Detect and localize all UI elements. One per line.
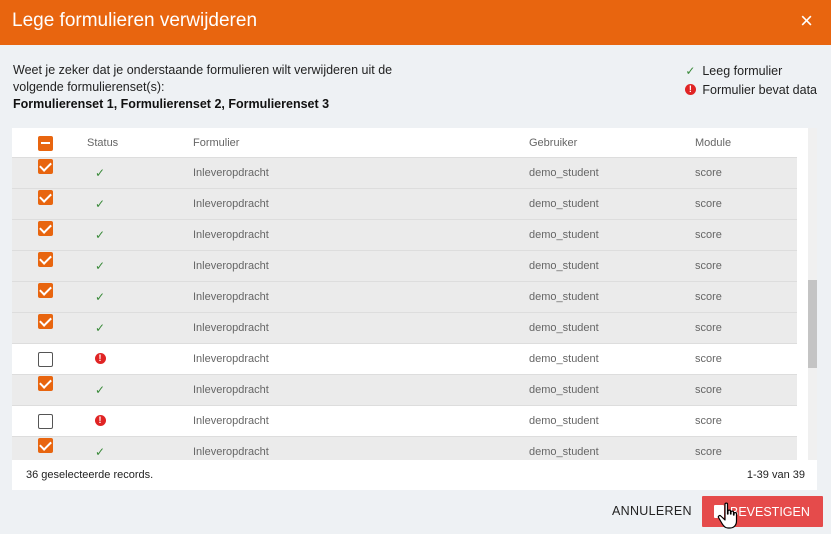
- legend-empty: ✓ Leeg formulier: [684, 61, 817, 80]
- row-user: demo_student: [529, 229, 599, 241]
- dialog-header: Lege formulieren verwijderen ×: [0, 0, 831, 45]
- row-user: demo_student: [529, 446, 599, 458]
- legend-data-label: Formulier bevat data: [702, 82, 817, 97]
- row-form: Inleveropdracht: [193, 415, 269, 427]
- table-header: Status Formulier Gebruiker Module: [12, 128, 797, 158]
- table-row[interactable]: ✓ Inleveropdracht demo_student score: [12, 158, 797, 189]
- row-status: !: [94, 415, 106, 426]
- row-module: score: [695, 353, 722, 365]
- row-form: Inleveropdracht: [193, 384, 269, 396]
- header-module[interactable]: Module: [695, 137, 731, 149]
- check-icon: ✓: [94, 197, 106, 211]
- row-status: !: [94, 353, 106, 364]
- error-icon: !: [94, 353, 106, 364]
- row-module: score: [695, 229, 722, 241]
- row-status: ✓: [94, 291, 106, 303]
- check-icon: ✓: [94, 228, 106, 242]
- forms-table: Status Formulier Gebruiker Module ✓ Inlev…: [12, 128, 817, 490]
- row-checkbox[interactable]: [38, 376, 53, 391]
- check-icon: ✓: [94, 445, 106, 459]
- row-module: score: [695, 260, 722, 272]
- row-status: ✓: [94, 322, 106, 334]
- check-icon: ✓: [94, 166, 106, 180]
- row-module: score: [695, 384, 722, 396]
- row-status: ✓: [94, 167, 106, 179]
- row-form: Inleveropdracht: [193, 322, 269, 334]
- legend-empty-label: Leeg formulier: [702, 63, 783, 78]
- selected-count: 36 geselecteerde records.: [26, 469, 154, 481]
- row-checkbox[interactable]: [38, 438, 53, 453]
- row-status: ✓: [94, 384, 106, 396]
- row-form: Inleveropdracht: [193, 198, 269, 210]
- record-range: 1-39 van 39: [746, 469, 805, 481]
- row-user: demo_student: [529, 260, 599, 272]
- check-icon: ✓: [94, 259, 106, 273]
- table-row[interactable]: ✓ Inleveropdracht demo_student score: [12, 375, 797, 406]
- table-row[interactable]: ✓ Inleveropdracht demo_student score: [12, 313, 797, 344]
- header-user[interactable]: Gebruiker: [529, 137, 577, 149]
- row-status: ✓: [94, 260, 106, 272]
- header-form[interactable]: Formulier: [193, 137, 239, 149]
- row-form: Inleveropdracht: [193, 353, 269, 365]
- table-row[interactable]: ! Inleveropdracht demo_student score: [12, 344, 797, 375]
- row-checkbox[interactable]: [38, 159, 53, 174]
- check-icon: ✓: [685, 63, 696, 78]
- row-checkbox[interactable]: [38, 221, 53, 236]
- check-icon: ✓: [94, 383, 106, 397]
- row-module: score: [695, 167, 722, 179]
- row-user: demo_student: [529, 384, 599, 396]
- header-status[interactable]: Status: [87, 137, 118, 149]
- table-row[interactable]: ✓ Inleveropdracht demo_student score: [12, 220, 797, 251]
- row-checkbox[interactable]: [38, 414, 53, 429]
- close-icon[interactable]: ×: [800, 8, 813, 34]
- select-all-checkbox[interactable]: [38, 136, 53, 151]
- table-row[interactable]: ✓ Inleveropdracht demo_student score: [12, 437, 797, 460]
- intro-text: Weet je zeker dat je onderstaande formul…: [13, 63, 393, 94]
- hand-cursor-icon: [717, 502, 738, 529]
- row-module: score: [695, 198, 722, 210]
- row-status: ✓: [94, 229, 106, 241]
- row-user: demo_student: [529, 353, 599, 365]
- row-status: ✓: [94, 446, 106, 458]
- row-status: ✓: [94, 198, 106, 210]
- row-module: score: [695, 291, 722, 303]
- error-icon: !: [684, 84, 696, 95]
- error-icon: !: [94, 415, 106, 426]
- legend-data: ! Formulier bevat data: [684, 80, 817, 99]
- row-checkbox[interactable]: [38, 352, 53, 367]
- dialog-title: Lege formulieren verwijderen: [12, 10, 258, 31]
- intro-message: Weet je zeker dat je onderstaande formul…: [13, 62, 413, 113]
- row-user: demo_student: [529, 167, 599, 179]
- table-row[interactable]: ✓ Inleveropdracht demo_student score: [12, 251, 797, 282]
- row-form: Inleveropdracht: [193, 167, 269, 179]
- formset-list: Formulierenset 1, Formulierenset 2, Form…: [13, 97, 330, 111]
- row-checkbox[interactable]: [38, 190, 53, 205]
- status-legend: ✓ Leeg formulier ! Formulier bevat data: [684, 61, 817, 99]
- scrollbar[interactable]: [808, 128, 817, 460]
- row-user: demo_student: [529, 198, 599, 210]
- row-user: demo_student: [529, 291, 599, 303]
- cancel-button[interactable]: ANNULEREN: [612, 504, 692, 518]
- row-module: score: [695, 322, 722, 334]
- table-row[interactable]: ! Inleveropdracht demo_student score: [12, 406, 797, 437]
- row-user: demo_student: [529, 322, 599, 334]
- table-row[interactable]: ✓ Inleveropdracht demo_student score: [12, 282, 797, 313]
- table-footer: 36 geselecteerde records. 1-39 van 39: [12, 460, 817, 490]
- check-icon: ✓: [94, 321, 106, 335]
- row-checkbox[interactable]: [38, 252, 53, 267]
- row-user: demo_student: [529, 415, 599, 427]
- row-module: score: [695, 446, 722, 458]
- row-checkbox[interactable]: [38, 314, 53, 329]
- table-body: ✓ Inleveropdracht demo_student score ✓ Inleve…: [12, 158, 797, 460]
- row-form: Inleveropdracht: [193, 229, 269, 241]
- table-row[interactable]: ✓ Inleveropdracht demo_student score: [12, 189, 797, 220]
- row-form: Inleveropdracht: [193, 260, 269, 272]
- row-form: Inleveropdracht: [193, 446, 269, 458]
- row-form: Inleveropdracht: [193, 291, 269, 303]
- scrollbar-thumb[interactable]: [808, 280, 817, 368]
- row-module: score: [695, 415, 722, 427]
- row-checkbox[interactable]: [38, 283, 53, 298]
- check-icon: ✓: [94, 290, 106, 304]
